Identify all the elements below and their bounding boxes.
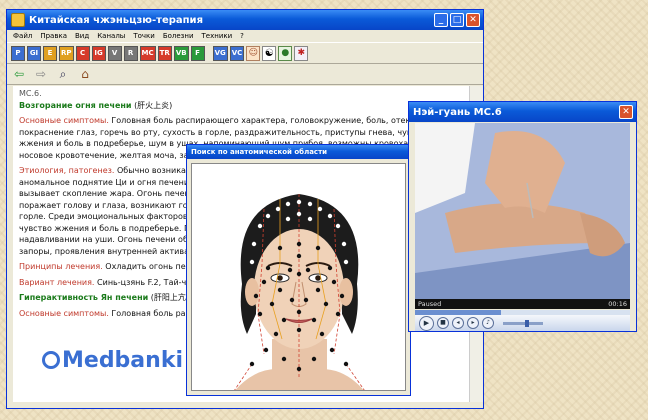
video-frame <box>415 123 630 299</box>
menu-help[interactable]: ? <box>240 32 244 40</box>
channel-button-gi[interactable]: GI <box>27 45 41 61</box>
channel-button-ig[interactable]: IG <box>91 45 106 61</box>
heading-yang-cn: (肝阳上亢) <box>150 293 190 302</box>
heading-liver-fire-text: Возгорание огня печени <box>19 100 132 110</box>
video-display[interactable] <box>415 123 630 299</box>
left-ear <box>245 278 259 306</box>
menu-view[interactable]: Вид <box>75 32 89 40</box>
back-arrow-icon[interactable]: ⇦ <box>11 67 27 81</box>
menu-bar: Файл Правка Вид Каналы Точки Болезни Тех… <box>7 30 483 42</box>
channel-button-mc[interactable]: MC <box>139 45 156 61</box>
anatomy-search-title: Поиск по анатомической области <box>191 148 328 156</box>
player-time: 00:16 <box>608 300 627 308</box>
yin-yang-icon[interactable]: ☯ <box>262 45 277 61</box>
left-pupil <box>277 275 283 281</box>
turtle-icon[interactable]: ● <box>278 45 293 61</box>
minimize-button[interactable]: _ <box>434 13 448 27</box>
symptoms2-label[interactable]: Основные симптомы. <box>19 309 109 318</box>
etiology-label[interactable]: Этиология, патогенез. <box>19 166 114 175</box>
right-ear <box>339 278 353 306</box>
variant-label[interactable]: Вариант лечения. <box>19 278 94 287</box>
face-acupoint-map[interactable] <box>192 164 406 391</box>
anatomy-search-titlebar[interactable]: Поиск по анатомической области <box>187 145 410 159</box>
menu-file[interactable]: Файл <box>13 32 32 40</box>
player-status-bar: Paused 00:16 <box>415 299 630 309</box>
app-icon <box>11 13 25 27</box>
video-window-title: Нэй-гуань MC.6 <box>413 106 502 118</box>
heading-liver-fire-cn: (肝火上炎) <box>134 100 173 110</box>
menu-diseases[interactable]: Болезни <box>163 32 194 40</box>
heading-liver-fire: Возгорание огня печени (肝火上炎) <box>19 100 463 112</box>
navigation-bar: ⇦ ⇨ ⌕ ⌂ <box>7 64 483 85</box>
volume-icon[interactable]: ♪ <box>482 317 494 329</box>
main-window-titlebar[interactable]: Китайская чжэньцзю-терапия _ □ ✕ <box>7 10 483 30</box>
play-button[interactable]: ▶ <box>419 315 434 331</box>
channel-button-vb[interactable]: VB <box>173 45 189 61</box>
menu-techniques[interactable]: Техники <box>202 32 233 40</box>
top-fragment: MC.6. <box>19 89 42 98</box>
symptoms-label[interactable]: Основные симптомы. <box>19 116 109 125</box>
pin-icon[interactable]: ✱ <box>294 45 309 61</box>
face-icon[interactable]: ☺ <box>246 45 261 61</box>
channel-button-r[interactable]: R <box>123 45 138 61</box>
channel-button-c[interactable]: C <box>75 45 90 61</box>
stop-button[interactable]: ■ <box>437 317 449 329</box>
player-status: Paused <box>418 300 442 308</box>
home-icon[interactable]: ⌂ <box>77 67 93 81</box>
channel-button-vc[interactable]: VC <box>229 45 245 61</box>
volume-slider[interactable] <box>503 319 543 327</box>
channel-button-vg[interactable]: VG <box>212 45 228 61</box>
maximize-button[interactable]: □ <box>450 13 464 27</box>
channel-button-v[interactable]: V <box>107 45 122 61</box>
menu-points[interactable]: Точки <box>133 32 154 40</box>
face-diagram[interactable] <box>191 163 406 391</box>
principle-label[interactable]: Принципы лечения. <box>19 262 103 271</box>
menu-channels[interactable]: Каналы <box>97 32 125 40</box>
player-controls: ▶ ■ ◂ ▸ ♪ <box>415 315 630 331</box>
right-pupil <box>315 275 321 281</box>
next-button[interactable]: ▸ <box>467 317 479 329</box>
previous-button[interactable]: ◂ <box>452 317 464 329</box>
menu-edit[interactable]: Правка <box>40 32 67 40</box>
channel-button-e[interactable]: E <box>43 45 57 61</box>
anatomy-search-window: Поиск по анатомической области <box>186 144 411 396</box>
watermark-logo: Medbanki <box>42 348 183 373</box>
channel-button-tr[interactable]: TR <box>157 45 172 61</box>
main-window-title: Китайская чжэньцзю-терапия <box>29 14 203 26</box>
video-close-button[interactable]: ✕ <box>619 105 633 119</box>
channel-button-f[interactable]: F <box>190 45 205 61</box>
volume-knob[interactable] <box>525 319 529 327</box>
close-button[interactable]: ✕ <box>466 13 480 27</box>
watermark-text: Medbanki <box>62 348 183 373</box>
forward-arrow-icon[interactable]: ⇨ <box>33 67 49 81</box>
video-window-titlebar[interactable]: Нэй-гуань MC.6 ✕ <box>409 102 636 122</box>
search-icon[interactable]: ⌕ <box>55 67 71 81</box>
medbanki-logo-icon <box>42 351 60 369</box>
channel-button-p[interactable]: P <box>11 45 25 61</box>
channel-toolbar: P GI E RP C IG V R MC TR VB F VG VC ☺ ☯ … <box>7 42 483 64</box>
heading-yang-text: Гиперактивность Ян печени <box>19 293 149 302</box>
video-window: Нэй-гуань MC.6 ✕ Paused 00:16 ▶ ■ ◂ ▸ ♪ <box>408 101 637 332</box>
channel-button-rp[interactable]: RP <box>59 45 74 61</box>
